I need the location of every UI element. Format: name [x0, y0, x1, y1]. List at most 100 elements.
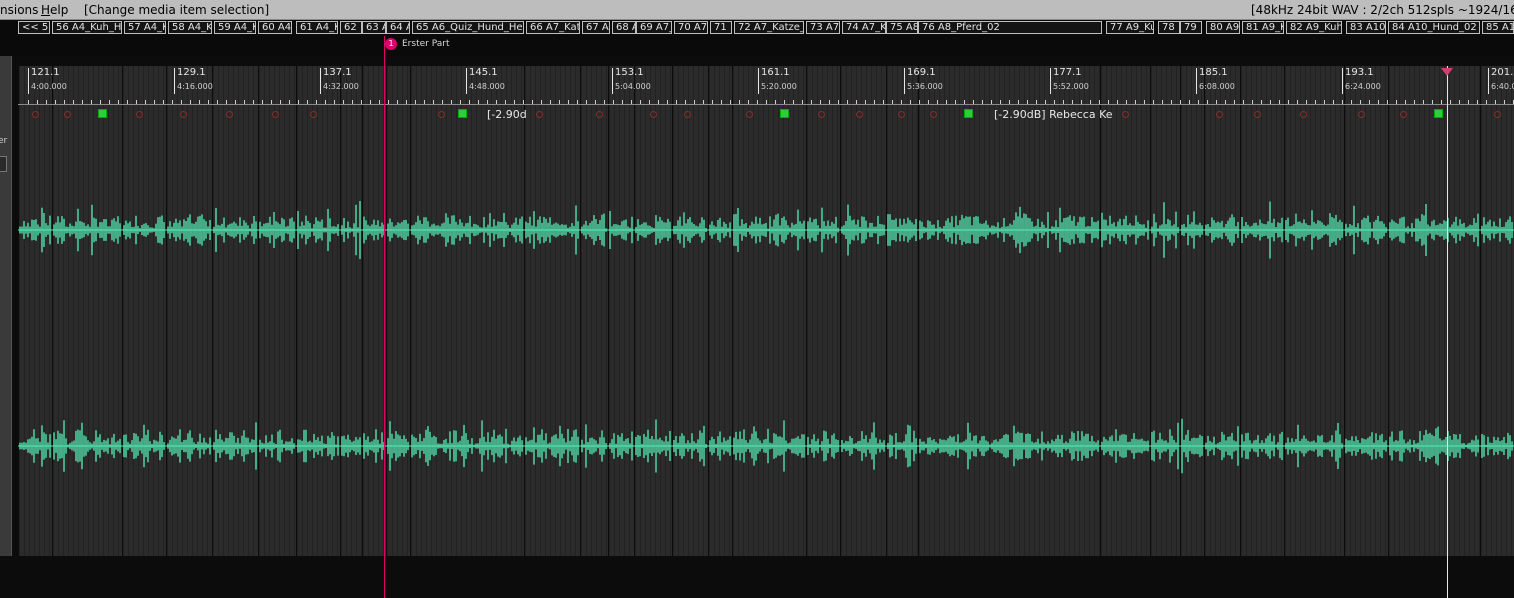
region-18[interactable]: 73 A7 — [806, 21, 840, 34]
region-3[interactable]: 58 A4_K — [168, 21, 212, 34]
ruler-bar-label: 201.1 — [1491, 67, 1514, 78]
menu-help[interactable]: Help — [41, 3, 68, 17]
region-2[interactable]: 57 A4_K — [124, 21, 166, 34]
region-15[interactable]: 70 A7_ — [674, 21, 708, 34]
ruler-bar-label: 137.1 — [323, 67, 352, 78]
ruler-major-tick — [1342, 68, 1343, 94]
audio-status: [48kHz 24bit WAV : 2/2ch 512spls ~1924/1… — [1251, 3, 1514, 17]
envelope-icon[interactable] — [596, 111, 603, 118]
ruler-time-label: 5:36.000 — [907, 82, 943, 91]
envelope-icon[interactable] — [930, 111, 937, 118]
fx-icon[interactable] — [1434, 109, 1443, 118]
region-22[interactable]: 77 A9_Ku — [1106, 21, 1154, 34]
track-control-panel: er — [0, 56, 12, 556]
menu-bar: nsions Help [Change media item selection… — [0, 0, 1514, 20]
region-21[interactable]: 76 A8_Pferd_02 — [918, 21, 1102, 34]
envelope-icon[interactable] — [684, 111, 691, 118]
ruler-bar-label: 145.1 — [469, 67, 498, 78]
ruler-bar-label: 193.1 — [1345, 67, 1374, 78]
envelope-icon[interactable] — [1358, 111, 1365, 118]
menu-action-label: [Change media item selection] — [84, 3, 270, 17]
tcp-fragment-text: er — [0, 136, 8, 146]
ruler-bar-label: 169.1 — [907, 67, 936, 78]
region-14[interactable]: 69 A7_ — [636, 21, 672, 34]
envelope-icon[interactable] — [818, 111, 825, 118]
region-16[interactable]: 71 . — [710, 21, 732, 34]
waveform — [18, 201, 1514, 474]
ruler-major-tick — [758, 68, 759, 94]
ruler-time-label: 5:04.000 — [615, 82, 651, 91]
envelope-icon[interactable] — [536, 111, 543, 118]
marker-lane — [0, 36, 1514, 56]
ruler-major-tick — [28, 68, 29, 94]
menu-help-accel: H — [41, 3, 51, 17]
region-27[interactable]: 82 A9_Kuh — [1286, 21, 1342, 34]
envelope-icon[interactable] — [136, 111, 143, 118]
envelope-icon[interactable] — [1122, 111, 1129, 118]
region-9[interactable]: 64 A — [386, 21, 410, 34]
envelope-icon[interactable] — [650, 111, 657, 118]
envelope-icon[interactable] — [898, 111, 905, 118]
envelope-icon[interactable] — [1400, 111, 1407, 118]
ruler-bar-label: 161.1 — [761, 67, 790, 78]
ruler-bar-label: 129.1 — [177, 67, 206, 78]
item-label: [-2.90d — [487, 108, 527, 121]
fx-icon[interactable] — [458, 109, 467, 118]
fx-icon[interactable] — [98, 109, 107, 118]
region-11[interactable]: 66 A7_Kat — [526, 21, 580, 34]
marker-1[interactable]: 1 — [385, 38, 397, 50]
region-6[interactable]: 61 A4_K — [296, 21, 338, 34]
menu-extensions[interactable]: nsions — [0, 3, 38, 17]
ruler-major-tick — [466, 68, 467, 94]
envelope-icon[interactable] — [746, 111, 753, 118]
envelope-icon[interactable] — [64, 111, 71, 118]
envelope-icon[interactable] — [226, 111, 233, 118]
region-28[interactable]: 83 A10 — [1346, 21, 1386, 34]
region-5[interactable]: 60 A4 — [258, 21, 292, 34]
menu-help-rest: elp — [50, 3, 69, 17]
envelope-icon[interactable] — [1254, 111, 1261, 118]
region-17[interactable]: 72 A7_Katze_S — [734, 21, 804, 34]
fx-icon[interactable] — [780, 109, 789, 118]
region-29[interactable]: 84 A10_Hund_02 — [1388, 21, 1480, 34]
region-12[interactable]: 67 A — [582, 21, 610, 34]
playhead-flag-icon[interactable] — [1441, 68, 1453, 76]
region-13[interactable]: 68 A — [612, 21, 636, 34]
ruler-bar-label: 153.1 — [615, 67, 644, 78]
region-7[interactable]: 62 — [340, 21, 362, 34]
envelope-icon[interactable] — [1494, 111, 1501, 118]
ruler-bar-label: 121.1 — [31, 67, 60, 78]
region-20[interactable]: 75 A8 — [886, 21, 918, 34]
tcp-button[interactable] — [0, 156, 7, 172]
region-23[interactable]: 78 — [1158, 21, 1180, 34]
envelope-icon[interactable] — [272, 111, 279, 118]
envelope-icon[interactable] — [438, 111, 445, 118]
envelope-icon[interactable] — [856, 111, 863, 118]
region-1[interactable]: 56 A4_Kuh_He — [52, 21, 122, 34]
ruler-time-label: 4:16.000 — [177, 82, 213, 91]
region-19[interactable]: 74 A7_K — [842, 21, 886, 34]
playhead[interactable] — [1447, 66, 1448, 598]
ruler-time-label: 4:48.000 — [469, 82, 505, 91]
track-lane: 121.1 4:00.000 129.1 4:16.000 137.1 4:32.000 1… — [18, 66, 1514, 556]
envelope-icon[interactable] — [32, 111, 39, 118]
region-10[interactable]: 65 A6_Quiz_Hund_Help — [412, 21, 524, 34]
envelope-icon[interactable] — [1216, 111, 1223, 118]
ruler-time-label: 4:32.000 — [323, 82, 359, 91]
ruler-bar-label: 177.1 — [1053, 67, 1082, 78]
region-0[interactable]: << 55 — [18, 21, 50, 34]
envelope-icon[interactable] — [180, 111, 187, 118]
timeline-ruler: 121.1 4:00.000 129.1 4:16.000 137.1 4:32.000 1… — [18, 66, 1514, 105]
region-4[interactable]: 59 A4_K — [214, 21, 256, 34]
region-25[interactable]: 80 A9 — [1206, 21, 1240, 34]
edit-cursor[interactable] — [384, 36, 385, 598]
region-24[interactable]: 79 — [1180, 21, 1202, 34]
envelope-icon[interactable] — [310, 111, 317, 118]
region-8[interactable]: 63 A — [362, 21, 386, 34]
fx-icon[interactable] — [964, 109, 973, 118]
region-26[interactable]: 81 A9_K — [1242, 21, 1284, 34]
marker-1-label: Erster Part — [402, 39, 450, 49]
region-30[interactable]: 85 A1 — [1482, 21, 1514, 34]
ruler-major-tick — [320, 68, 321, 94]
envelope-icon[interactable] — [1300, 111, 1307, 118]
